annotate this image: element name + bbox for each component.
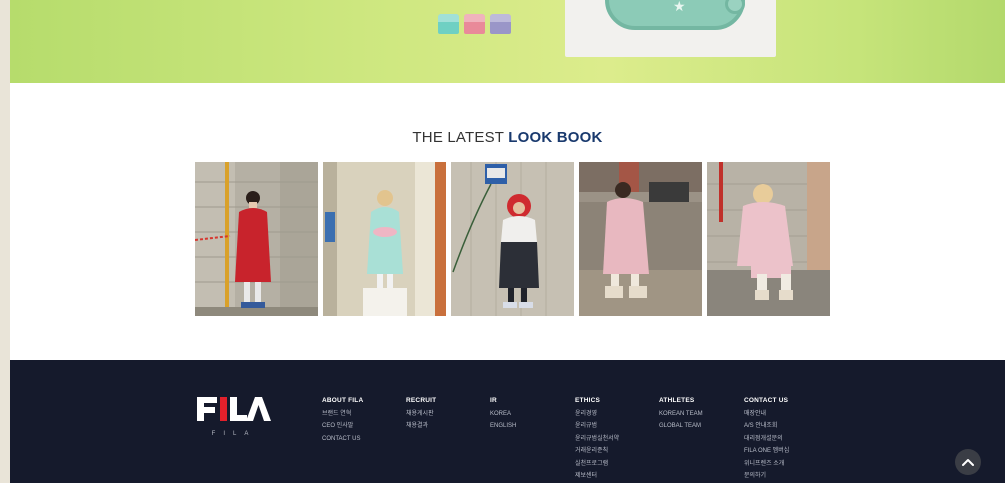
lookbook-photo-5[interactable]: [707, 162, 830, 316]
site-footer: FILA ABOUT FILA 브랜드 연혁 CEO 인사말 CONTACT U…: [10, 360, 1005, 483]
page: ★ THE LATEST LOOK BOOK FILA ABOUT FILA 브…: [10, 0, 1005, 483]
footer-heading[interactable]: ABOUT FILA: [322, 397, 363, 404]
footer-heading[interactable]: ATHLETES: [659, 397, 703, 404]
lookbook-photo-3[interactable]: [451, 162, 574, 316]
footer-link[interactable]: CONTACT US: [322, 433, 363, 445]
lookbook-photo-1[interactable]: [195, 162, 318, 316]
footer-col-athletes: ATHLETES KOREAN TEAM GLOBAL TEAM: [659, 397, 703, 433]
footer-col-contact: CONTACT US 매장안내 A/S 안내조회 대리점개설문의 FILA ON…: [744, 397, 789, 482]
chevron-up-icon: [962, 459, 974, 466]
footer-link[interactable]: 채용결과: [406, 420, 436, 432]
footer-link[interactable]: CEO 인사말: [322, 420, 363, 432]
product-bag-image: ★: [605, 0, 745, 30]
lookbook-title: THE LATEST LOOK BOOK: [10, 129, 1005, 146]
footer-link[interactable]: 채용게시판: [406, 408, 436, 420]
footer-heading[interactable]: RECRUIT: [406, 397, 436, 404]
star-icon: ★: [673, 0, 686, 14]
footer-link[interactable]: 브랜드 연혁: [322, 408, 363, 420]
footer-link[interactable]: 윤리규범: [575, 420, 619, 432]
lookbook-title-bold: LOOK BOOK: [508, 129, 603, 146]
footer-link[interactable]: ENGLISH: [490, 420, 516, 432]
promo-banner[interactable]: ★: [10, 0, 1005, 83]
footer-heading[interactable]: CONTACT US: [744, 397, 789, 404]
footer-link[interactable]: 윤리경영: [575, 408, 619, 420]
footer-link[interactable]: 윤리규범실천서약: [575, 433, 619, 445]
footer-col-recruit: RECRUIT 채용게시판 채용결과: [406, 397, 436, 433]
footer-link[interactable]: 매장안내: [744, 408, 789, 420]
footer-link[interactable]: 위니프렌즈 소개: [744, 458, 789, 470]
footer-link[interactable]: 제보센터: [575, 470, 619, 482]
footer-link[interactable]: KOREA: [490, 408, 516, 420]
footer-link[interactable]: A/S 안내조회: [744, 420, 789, 432]
footer-heading[interactable]: ETHICS: [575, 397, 619, 404]
fila-logo[interactable]: [195, 395, 271, 428]
lookbook-photo-4[interactable]: [579, 162, 702, 316]
promo-product-card[interactable]: ★: [565, 0, 776, 57]
footer-col-about: ABOUT FILA 브랜드 연혁 CEO 인사말 CONTACT US: [322, 397, 363, 445]
fila-logo-icon: [197, 397, 271, 421]
color-swatch-lavender[interactable]: [490, 14, 511, 34]
footer-link[interactable]: 거래윤리준칙: [575, 445, 619, 457]
footer-link[interactable]: GLOBAL TEAM: [659, 420, 703, 432]
footer-link[interactable]: 대리점개설문의: [744, 433, 789, 445]
footer-link[interactable]: KOREAN TEAM: [659, 408, 703, 420]
color-swatch-pink[interactable]: [464, 14, 485, 34]
lookbook-photo-2[interactable]: [323, 162, 446, 316]
logo-subtext: FILA: [211, 431, 257, 437]
footer-col-ir: IR KOREA ENGLISH: [490, 397, 516, 433]
footer-col-ethics: ETHICS 윤리경영 윤리규범 윤리규범실천서약 거래윤리준칙 실천프로그램 …: [575, 397, 619, 482]
lookbook-title-light: THE LATEST: [412, 129, 504, 146]
footer-link[interactable]: FILA ONE 멤버십: [744, 445, 789, 457]
scroll-top-button[interactable]: [955, 449, 981, 475]
color-swatch-mint[interactable]: [438, 14, 459, 34]
footer-link[interactable]: 문의하기: [744, 470, 789, 482]
footer-link[interactable]: 실천프로그램: [575, 458, 619, 470]
footer-heading[interactable]: IR: [490, 397, 516, 404]
